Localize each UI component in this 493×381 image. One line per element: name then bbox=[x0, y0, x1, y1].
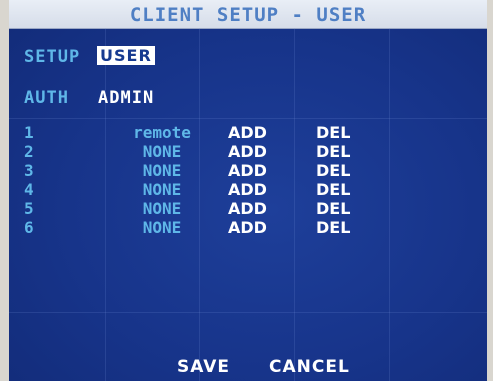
del-button[interactable]: DEL bbox=[316, 142, 350, 161]
auth-value[interactable]: ADMIN bbox=[98, 88, 154, 108]
add-button[interactable]: ADD bbox=[228, 199, 267, 218]
add-button[interactable]: ADD bbox=[228, 161, 267, 180]
user-name[interactable]: remote bbox=[107, 123, 217, 142]
setup-value-selected[interactable]: USER bbox=[97, 46, 155, 65]
grid-line bbox=[105, 28, 106, 381]
grid-line bbox=[389, 28, 390, 381]
user-name[interactable]: NONE bbox=[107, 180, 217, 199]
user-number: 3 bbox=[24, 161, 34, 180]
add-button[interactable]: ADD bbox=[228, 123, 267, 142]
save-button[interactable]: SAVE bbox=[177, 357, 230, 377]
title-bar: CLIENT SETUP - USER bbox=[9, 0, 487, 29]
auth-label: AUTH bbox=[24, 88, 69, 108]
del-button[interactable]: DEL bbox=[316, 161, 350, 180]
add-button[interactable]: ADD bbox=[228, 218, 267, 237]
grid-line bbox=[9, 312, 487, 313]
user-number: 1 bbox=[24, 123, 34, 142]
del-button[interactable]: DEL bbox=[316, 180, 350, 199]
cancel-button[interactable]: CANCEL bbox=[269, 357, 350, 377]
grid-line bbox=[294, 28, 295, 381]
user-name[interactable]: NONE bbox=[107, 218, 217, 237]
del-button[interactable]: DEL bbox=[316, 199, 350, 218]
dvr-setup-screen: CLIENT SETUP - USER SETUP USER AUTH ADMI… bbox=[9, 0, 487, 381]
setup-label: SETUP bbox=[24, 47, 81, 67]
user-name[interactable]: NONE bbox=[107, 161, 217, 180]
user-number: 6 bbox=[24, 218, 34, 237]
user-number: 2 bbox=[24, 142, 34, 161]
user-number: 4 bbox=[24, 180, 34, 199]
grid-line bbox=[9, 118, 487, 119]
user-name[interactable]: NONE bbox=[107, 199, 217, 218]
user-number: 5 bbox=[24, 199, 34, 218]
page-title: CLIENT SETUP - USER bbox=[129, 4, 367, 26]
del-button[interactable]: DEL bbox=[316, 218, 350, 237]
del-button[interactable]: DEL bbox=[316, 123, 350, 142]
add-button[interactable]: ADD bbox=[228, 142, 267, 161]
add-button[interactable]: ADD bbox=[228, 180, 267, 199]
user-name[interactable]: NONE bbox=[107, 142, 217, 161]
